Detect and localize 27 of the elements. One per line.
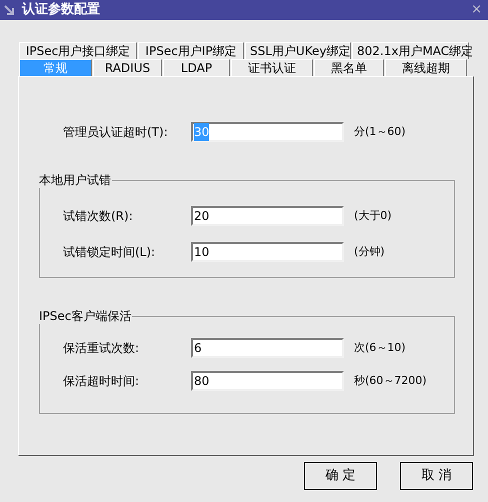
unit-hint: 次(6～10) (354, 340, 406, 356)
field-label: 管理员认证超时(T): (63, 124, 169, 141)
input-field[interactable]: 10 (191, 242, 344, 262)
tab[interactable]: RADIUS (93, 59, 162, 76)
tab[interactable]: IPSec用户IP绑定 (138, 42, 244, 59)
field-label: 保活重试次数: (63, 340, 140, 357)
dialog-button[interactable]: 确 定 (304, 462, 377, 490)
field-label: 试错次数(R): (63, 208, 134, 225)
field-label: 保活超时时间: (63, 373, 140, 390)
input-field[interactable]: 20 (191, 206, 344, 226)
input-field[interactable]: 6 (191, 338, 344, 358)
input-field[interactable]: 80 (191, 371, 344, 391)
tab[interactable]: 黑名单 (314, 59, 384, 76)
unit-hint: 秒(60～7200) (354, 372, 427, 389)
tab[interactable]: 离线超期 (385, 59, 467, 76)
tab[interactable]: LDAP (163, 59, 230, 76)
window-title: 认证参数配置 (22, 1, 100, 20)
tab[interactable]: 证书认证 (231, 59, 313, 76)
dialog-button[interactable]: 取 消 (400, 462, 473, 490)
field-label: 试错锁定时间(L): (63, 244, 156, 261)
group-title: IPSec客户端保活 (38, 308, 132, 324)
unit-hint: (大于0) (354, 208, 392, 224)
unit-hint: (分钟) (354, 244, 385, 260)
group-title: 本地用户试错 (38, 172, 112, 188)
close-button[interactable]: × (471, 0, 482, 20)
unit-hint: 分(1～60) (354, 124, 406, 140)
tab[interactable]: SSL用户UKey绑定 (245, 42, 351, 59)
